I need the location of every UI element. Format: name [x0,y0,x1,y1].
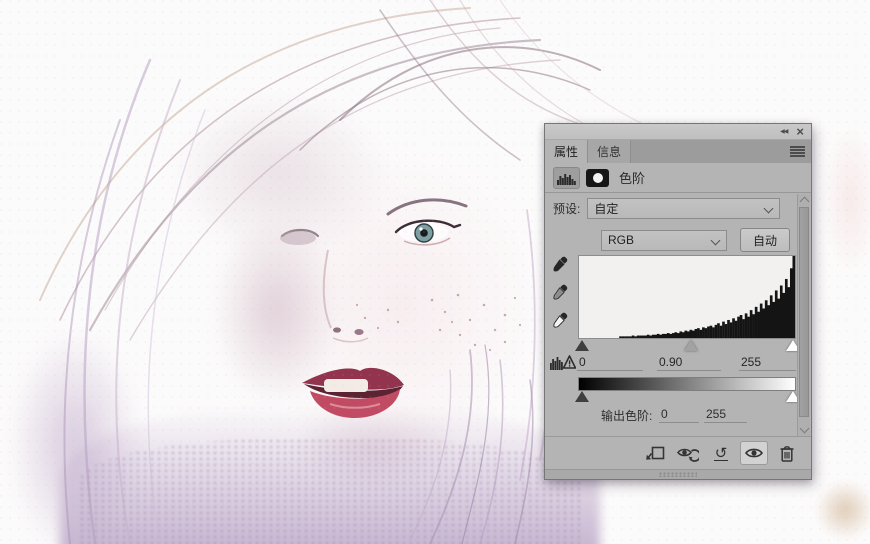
levels-content: 预设: 自定 RGB 自动 0 0.90 255 输出色阶: 0 255 [545,193,811,438]
collapse-icon[interactable]: ◀◀ [780,128,788,135]
panel-footer: ↺ [545,436,811,469]
input-slider-track [575,340,800,354]
panel-tabstrip: 属性 信息 [545,140,811,163]
output-gradient-bar [578,377,796,391]
histogram-icon [557,173,576,185]
scrollbar-thumb[interactable] [799,207,809,417]
output-shadow-field[interactable]: 0 [659,407,699,423]
panel-resize-bar[interactable] [545,469,811,479]
black-point-eyedropper-icon[interactable] [552,255,569,272]
shadow-input-slider[interactable] [575,340,589,351]
delete-adjustment-button[interactable] [773,441,801,465]
levels-adjustment-icon [553,166,580,189]
scroll-down-icon[interactable] [799,423,810,434]
resize-grip[interactable] [659,472,697,477]
chevron-down-icon [763,203,774,214]
output-levels-label: 输出色阶: [601,409,653,423]
photoshop-canvas: ◀◀ × 属性 信息 色阶 预设: 自定 RGB 自动 0 0.90 255 输… [0,0,870,544]
clip-to-layer-button[interactable] [641,441,669,465]
panel-titlebar: ◀◀ × [545,124,811,140]
preset-row: 预设: 自定 [553,198,781,219]
auto-button[interactable]: 自动 [740,228,791,252]
mask-icon [586,168,609,187]
uncached-histogram-warning-icon[interactable] [550,353,576,370]
shadow-input-field[interactable]: 0 [577,355,643,371]
clip-to-layer-icon [646,446,665,460]
adjustment-title: 色阶 [619,171,646,186]
reset-icon: ↺ [713,443,729,462]
channel-value: RGB [608,233,635,247]
preset-value: 自定 [594,202,619,216]
eye-icon [745,448,763,458]
panel-menu-icon[interactable] [790,146,805,157]
output-highlight-field[interactable]: 255 [704,407,747,423]
midtone-input-slider[interactable] [684,340,699,351]
view-previous-state-button[interactable] [674,441,702,465]
eyedropper-tools [552,255,569,328]
preset-dropdown[interactable]: 自定 [587,198,781,219]
channel-row: RGB 自动 [601,228,791,252]
histogram-bars [619,256,795,338]
shadow-output-slider[interactable] [575,391,589,402]
output-slider-track [575,391,800,404]
scroll-up-icon[interactable] [799,196,810,207]
chevron-down-icon [710,235,721,245]
toggle-visibility-button[interactable] [740,441,768,465]
highlight-input-field[interactable]: 255 [739,355,796,371]
properties-panel: ◀◀ × 属性 信息 色阶 预设: 自定 RGB 自动 0 0.90 255 输… [544,123,812,480]
tab-info[interactable]: 信息 [588,140,632,163]
gray-point-eyedropper-icon[interactable] [552,283,569,300]
input-values-row: 0 0.90 255 [545,355,811,371]
scrollbar[interactable] [797,194,810,437]
histogram-display [578,255,796,339]
white-point-eyedropper-icon[interactable] [552,311,569,328]
adjustment-header: 色阶 [545,163,811,192]
eye-arrow-icon [677,448,699,462]
channel-dropdown[interactable]: RGB [601,229,727,251]
tab-properties[interactable]: 属性 [545,140,589,163]
close-icon[interactable]: × [796,125,804,138]
reset-button[interactable]: ↺ [707,441,735,465]
midtone-input-field[interactable]: 0.90 [657,355,721,371]
preset-label: 预设: [553,202,581,216]
trash-icon [780,445,794,462]
